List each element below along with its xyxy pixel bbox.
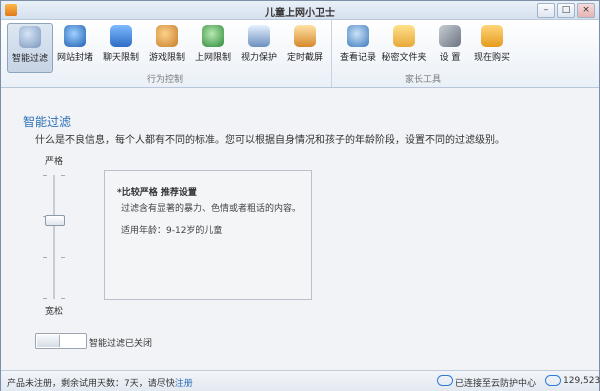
trial-status: 产品未注册，剩余试用天数：7天，请尽快注册 — [7, 376, 193, 389]
slider-tick — [43, 298, 47, 299]
level-title: *比较严格 推荐设置 — [117, 188, 197, 198]
tab-site-block[interactable]: 网站封堵 — [53, 23, 97, 71]
window-title: 儿童上网小卫士 — [265, 8, 335, 19]
folder-icon — [393, 25, 415, 47]
game-icon — [156, 25, 178, 47]
main-content: 智能过滤 什么是不良信息，每个人都有不同的标准。您可以根据自身情况和孩子的年龄阶… — [1, 89, 599, 370]
monitor-icon — [248, 25, 270, 47]
slider-tick — [61, 257, 65, 258]
level-description: 过滤含有显著的暴力、色情或者粗话的内容。 — [121, 204, 302, 214]
slider-tick — [61, 175, 65, 176]
tab-settings[interactable]: 设 置 — [428, 23, 472, 71]
register-link[interactable]: 注册 — [175, 379, 193, 389]
cloud-count-icon — [545, 375, 561, 386]
tab-secret-folder[interactable]: 秘密文件夹 — [381, 23, 427, 71]
slider-tick — [43, 257, 47, 258]
page-title: 智能过滤 — [23, 115, 72, 129]
tools-icon — [439, 25, 461, 47]
filter-level-slider[interactable] — [39, 175, 69, 299]
loose-label: 宽松 — [45, 307, 64, 317]
slider-thumb[interactable] — [45, 215, 65, 226]
compass-icon — [64, 25, 86, 47]
filter-level-info-box: *比较严格 推荐设置 过滤含有显著的暴力、色情或者粗话的内容。 适用年龄：9-1… — [104, 170, 312, 300]
toolbar: 智能过滤 网站封堵 聊天限制 游戏限制 上网限制 视力保护 定时截屏 行为控制 … — [1, 20, 599, 88]
tab-buy-now-label: 现在购买 — [473, 53, 510, 63]
cloud-count: 129,523 — [563, 376, 600, 386]
behavior-control-label: 行为控制 — [146, 75, 183, 85]
parent-tools-group: 查看记录 秘密文件夹 设 置 现在购买 家长工具 — [331, 20, 514, 87]
toggle-status-label: 智能过滤已关闭 — [89, 339, 153, 349]
tab-chat-limit[interactable]: 聊天限制 — [99, 23, 143, 71]
behavior-control-group: 智能过滤 网站封堵 聊天限制 游戏限制 上网限制 视力保护 定时截屏 行为控制 — [3, 20, 327, 87]
strict-label: 严格 — [45, 157, 64, 167]
maximize-button[interactable]: □ — [557, 3, 575, 18]
cloud-icon — [437, 375, 453, 386]
window-controls: – □ × — [537, 3, 595, 18]
toggle-knob — [37, 335, 60, 347]
tab-internet-limit[interactable]: 上网限制 — [191, 23, 235, 71]
tab-view-records[interactable]: 查看记录 — [336, 23, 380, 71]
smart-filter-toggle[interactable] — [35, 333, 87, 349]
cloud-status: 已连接至云防护中心 — [455, 379, 537, 389]
camera-icon — [294, 25, 316, 47]
filter-icon — [19, 26, 41, 48]
tab-game-limit[interactable]: 游戏限制 — [145, 23, 189, 71]
trial-status-text: 产品未注册，剩余试用天数：7天，请尽快 — [7, 379, 175, 389]
tab-timed-screenshot[interactable]: 定时截屏 — [283, 23, 327, 71]
tab-buy-now[interactable]: 现在购买 — [470, 23, 514, 71]
page-description: 什么是不良信息，每个人都有不同的标准。您可以根据自身情况和孩子的年龄阶段，设置不… — [35, 135, 505, 146]
chat-icon — [110, 25, 132, 47]
app-window: 儿童上网小卫士 – □ × 智能过滤 网站封堵 聊天限制 游戏限制 上网限制 视… — [0, 0, 600, 391]
slider-track — [53, 175, 55, 299]
status-bar: 产品未注册，剩余试用天数：7天，请尽快注册 已连接至云防护中心 129,523 — [1, 370, 600, 391]
cart-icon — [481, 25, 503, 47]
close-button[interactable]: × — [577, 3, 595, 18]
minimize-button[interactable]: – — [537, 3, 555, 18]
slider-tick — [61, 298, 65, 299]
slider-tick — [43, 175, 47, 176]
title-bar: 儿童上网小卫士 – □ × — [1, 1, 599, 20]
level-age: 适用年龄：9-12岁的儿童 — [121, 226, 223, 236]
tab-smart-filter[interactable]: 智能过滤 — [7, 23, 53, 73]
parent-tools-label: 家长工具 — [404, 75, 441, 85]
globe-icon — [202, 25, 224, 47]
tab-timed-screenshot-label: 定时截屏 — [286, 53, 323, 63]
tab-vision-protect[interactable]: 视力保护 — [237, 23, 281, 71]
magnifier-icon — [347, 25, 369, 47]
